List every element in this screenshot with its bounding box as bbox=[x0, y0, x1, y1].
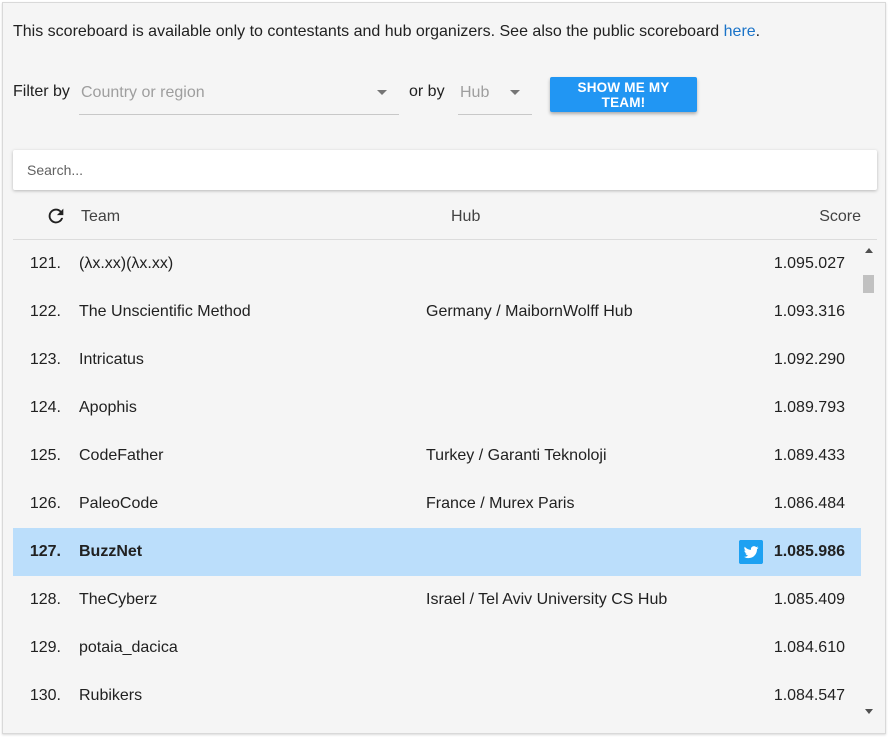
score-cell: 1.084.610 bbox=[773, 639, 845, 656]
access-notice: This scoreboard is available only to con… bbox=[13, 23, 760, 41]
team-cell: BuzzNet bbox=[79, 543, 143, 560]
score-cell: 1.093.316 bbox=[773, 303, 845, 320]
score-cell: 1.084.547 bbox=[773, 687, 845, 704]
table-row[interactable]: 121. (λx.xx)(λx.xx) 1.095.027 bbox=[13, 240, 861, 288]
scoreboard-panel: This scoreboard is available only to con… bbox=[2, 2, 886, 734]
table-header: Team Hub Score bbox=[13, 193, 877, 240]
chevron-down-icon bbox=[377, 90, 387, 95]
filter-bar: Filter by Country or region or by Hub SH… bbox=[13, 69, 883, 117]
scoreboard-rows: 121. (λx.xx)(λx.xx) 1.095.027 122. The U… bbox=[13, 240, 861, 720]
search-box bbox=[13, 150, 877, 190]
rank-cell: 124. bbox=[29, 399, 61, 416]
team-cell: potaia_dacica bbox=[79, 639, 178, 656]
score-cell: 1.086.484 bbox=[773, 495, 845, 512]
hub-cell: Germany / MaibornWolff Hub bbox=[426, 303, 633, 320]
rank-cell: 123. bbox=[29, 351, 61, 368]
score-cell: 1.085.986 bbox=[773, 543, 845, 560]
team-cell: PaleoCode bbox=[79, 495, 159, 512]
notice-text: This scoreboard is available only to con… bbox=[13, 23, 724, 40]
score-cell: 1.095.027 bbox=[773, 255, 845, 272]
hub-cell: Turkey / Garanti Teknoloji bbox=[426, 447, 607, 464]
table-row[interactable]: 123. Intricatus 1.092.290 bbox=[13, 336, 861, 384]
or-by-label: or by bbox=[409, 83, 445, 100]
scroll-thumb[interactable] bbox=[863, 275, 874, 293]
rank-cell: 130. bbox=[29, 687, 61, 704]
team-cell: Apophis bbox=[79, 399, 137, 416]
team-cell: The Unscientific Method bbox=[79, 303, 251, 320]
team-cell: (λx.xx)(λx.xx) bbox=[79, 255, 174, 272]
rank-cell: 122. bbox=[29, 303, 61, 320]
team-column-header[interactable]: Team bbox=[81, 208, 120, 226]
rank-cell: 125. bbox=[29, 447, 61, 464]
chevron-down-icon bbox=[510, 90, 520, 95]
table-row[interactable]: 122. The Unscientific Method Germany / M… bbox=[13, 288, 861, 336]
score-column-header[interactable]: Score bbox=[819, 208, 861, 226]
hub-column-header[interactable]: Hub bbox=[451, 208, 480, 226]
table-row[interactable]: 126. PaleoCode France / Murex Paris 1.08… bbox=[13, 480, 861, 528]
country-select[interactable]: Country or region bbox=[79, 69, 399, 115]
team-cell: Intricatus bbox=[79, 351, 144, 368]
rank-cell: 127. bbox=[29, 543, 61, 560]
table-row-highlighted[interactable]: 127. BuzzNet 1.085.986 bbox=[13, 528, 861, 576]
country-placeholder: Country or region bbox=[81, 84, 205, 101]
scroll-down-icon[interactable] bbox=[865, 709, 873, 714]
table-row[interactable]: 125. CodeFather Turkey / Garanti Teknolo… bbox=[13, 432, 861, 480]
hub-cell: France / Murex Paris bbox=[426, 495, 575, 512]
rank-cell: 121. bbox=[29, 255, 61, 272]
hub-placeholder: Hub bbox=[460, 84, 490, 101]
table-row[interactable]: 130. Rubikers 1.084.547 bbox=[13, 672, 861, 720]
score-cell: 1.089.793 bbox=[773, 399, 845, 416]
search-input[interactable] bbox=[13, 150, 877, 190]
score-cell: 1.089.433 bbox=[773, 447, 845, 464]
hub-select[interactable]: Hub bbox=[458, 69, 532, 115]
team-cell: TheCyberz bbox=[79, 591, 158, 608]
notice-suffix: . bbox=[755, 23, 761, 40]
hub-cell: Israel / Tel Aviv University CS Hub bbox=[426, 591, 668, 608]
rank-cell: 126. bbox=[29, 495, 61, 512]
score-cell: 1.085.409 bbox=[773, 591, 845, 608]
table-row[interactable]: 128. TheCyberz Israel / Tel Aviv Univers… bbox=[13, 576, 861, 624]
table-row[interactable]: 129. potaia_dacica 1.084.610 bbox=[13, 624, 861, 672]
rank-cell: 129. bbox=[29, 639, 61, 656]
public-scoreboard-link[interactable]: here bbox=[724, 23, 756, 40]
table-scrollbar[interactable] bbox=[861, 240, 877, 720]
rank-cell: 128. bbox=[29, 591, 61, 608]
scroll-up-icon[interactable] bbox=[865, 248, 873, 253]
score-cell: 1.092.290 bbox=[773, 351, 845, 368]
refresh-icon[interactable] bbox=[45, 205, 67, 227]
show-my-team-button[interactable]: SHOW ME MY TEAM! bbox=[550, 77, 697, 112]
twitter-icon[interactable] bbox=[739, 540, 763, 564]
team-cell: Rubikers bbox=[79, 687, 143, 704]
filter-by-label: Filter by bbox=[13, 83, 70, 100]
table-row[interactable]: 124. Apophis 1.089.793 bbox=[13, 384, 861, 432]
team-cell: CodeFather bbox=[79, 447, 164, 464]
